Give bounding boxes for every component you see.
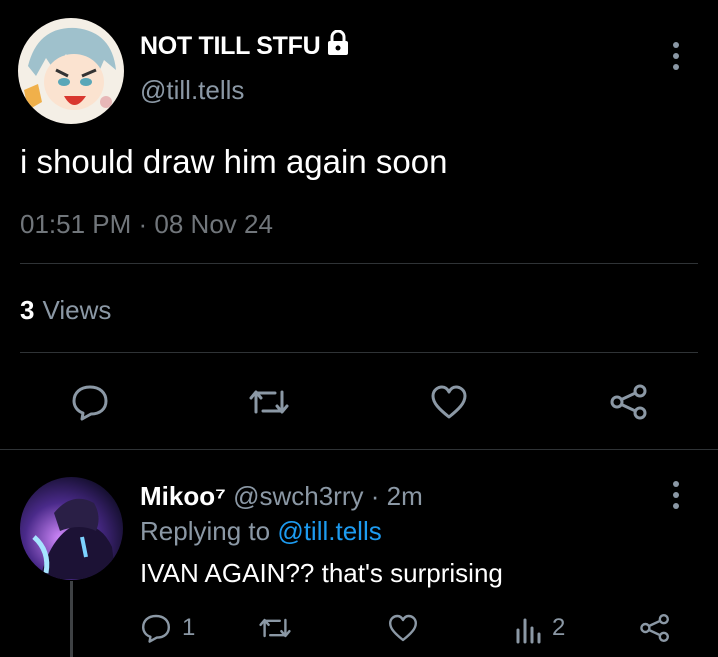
share-icon bbox=[608, 382, 650, 422]
divider bbox=[20, 263, 698, 264]
replying-to: Replying to @till.tells bbox=[140, 516, 382, 547]
reply-handle[interactable]: @swch3rry bbox=[233, 481, 363, 511]
divider bbox=[0, 449, 718, 450]
like-icon bbox=[387, 612, 419, 644]
reply-button[interactable] bbox=[70, 382, 110, 422]
reply-views-button[interactable]: 2 bbox=[514, 612, 565, 644]
views-number: 3 bbox=[20, 295, 35, 325]
reply-share-button[interactable] bbox=[638, 612, 672, 644]
lock-icon bbox=[326, 29, 350, 63]
thread-line bbox=[70, 581, 73, 657]
tweet-text: i should draw him again soon bbox=[20, 143, 448, 180]
reply-views-count: 2 bbox=[552, 614, 566, 641]
reply-icon bbox=[140, 612, 172, 644]
author-avatar[interactable] bbox=[18, 18, 124, 124]
like-button[interactable] bbox=[429, 382, 469, 422]
display-name-text: NOT TILL STFU bbox=[140, 32, 321, 60]
replying-to-label: Replying to bbox=[140, 516, 271, 546]
retweet-icon bbox=[248, 382, 290, 422]
reply-separator: · bbox=[370, 481, 380, 511]
more-vertical-icon[interactable] bbox=[673, 42, 679, 70]
reply-like-button[interactable] bbox=[387, 612, 419, 644]
views-label: Views bbox=[42, 295, 112, 325]
share-icon bbox=[638, 612, 672, 644]
reply-reply-button[interactable]: 1 bbox=[140, 612, 195, 644]
share-button[interactable] bbox=[608, 382, 650, 422]
views-count[interactable]: 3 Views bbox=[20, 295, 111, 326]
author-display-name[interactable]: NOT TILL STFU bbox=[140, 29, 350, 63]
author-handle[interactable]: @till.tells bbox=[140, 75, 244, 106]
views-icon bbox=[514, 612, 542, 644]
retweet-icon bbox=[258, 612, 292, 644]
reply-text: IVAN AGAIN?? that's surprising bbox=[140, 558, 503, 588]
divider bbox=[20, 352, 698, 353]
reply-display-name[interactable]: Mikoo⁷ bbox=[140, 481, 226, 511]
reply-header: Mikoo⁷ @swch3rry · 2m bbox=[140, 481, 423, 512]
retweet-button[interactable] bbox=[248, 382, 290, 422]
reply-author-avatar[interactable] bbox=[20, 477, 123, 580]
replying-to-link[interactable]: @till.tells bbox=[277, 516, 381, 546]
reply-retweet-button[interactable] bbox=[258, 612, 292, 644]
tweet-timestamp[interactable]: 01:51 PM · 08 Nov 24 bbox=[20, 209, 273, 240]
like-icon bbox=[429, 382, 469, 422]
reply-count: 1 bbox=[182, 614, 196, 641]
more-vertical-icon[interactable] bbox=[673, 481, 679, 509]
reply-icon bbox=[70, 382, 110, 422]
reply-time[interactable]: 2m bbox=[387, 481, 423, 511]
